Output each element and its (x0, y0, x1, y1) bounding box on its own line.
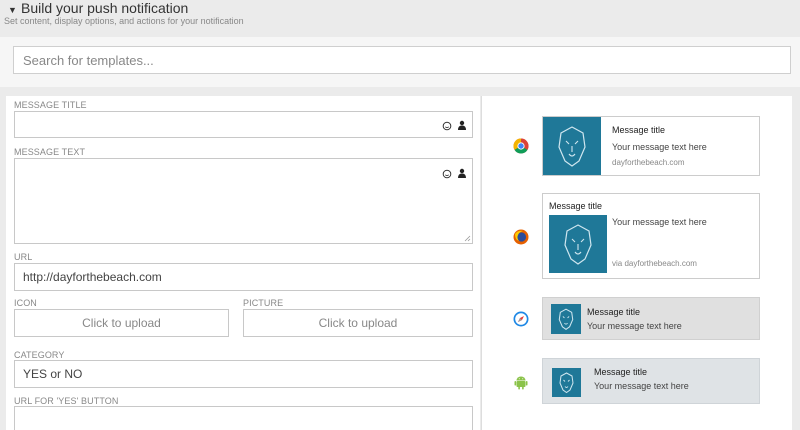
url-value: http://dayforthebeach.com (23, 270, 162, 284)
url-input[interactable]: http://dayforthebeach.com (14, 263, 473, 291)
yes-url-input[interactable] (14, 406, 473, 430)
safari-preview-card: Message title Your message text here (542, 297, 760, 340)
picture-label: PICTURE (243, 298, 284, 308)
chrome-icon (513, 138, 529, 154)
preview-text: Your message text here (612, 142, 707, 152)
picture-upload-button[interactable]: Click to upload (243, 309, 473, 337)
preview-text: Your message text here (594, 381, 689, 391)
emoji-icon[interactable] (442, 169, 452, 179)
message-text-label: MESSAGE TEXT (14, 147, 86, 157)
emoji-icon[interactable] (442, 121, 452, 131)
url-label: URL (14, 252, 33, 262)
lion-logo-icon (551, 304, 581, 334)
lion-logo-icon (552, 368, 581, 397)
preview-title: Message title (612, 125, 666, 135)
firefox-preview-card: Message title Your message text here via… (542, 193, 760, 279)
preview-title: Message title (587, 307, 641, 317)
preview-title: Message title (549, 201, 603, 211)
form-panel: MESSAGE TITLE MESSAGE TEXT URL http://da… (6, 96, 480, 430)
category-select[interactable]: YES or NO (14, 360, 473, 388)
message-title-label: MESSAGE TITLE (14, 100, 87, 110)
android-preview-card: Message title Your message text here (542, 358, 760, 404)
person-icon[interactable] (457, 168, 467, 178)
yes-url-label: URL FOR 'YES' BUTTON (14, 396, 119, 406)
preview-panel: Message title Your message text here day… (481, 96, 792, 430)
category-value: YES or NO (23, 367, 83, 381)
preview-text: Your message text here (587, 321, 682, 331)
resize-handle-icon[interactable] (464, 235, 471, 242)
preview-title: Message title (594, 367, 648, 377)
preview-site: via dayforthebeach.com (612, 259, 697, 268)
message-title-input[interactable] (14, 111, 473, 138)
lion-logo-icon (549, 215, 607, 273)
chrome-preview-card: Message title Your message text here day… (542, 116, 760, 176)
category-label: CATEGORY (14, 350, 65, 360)
person-icon[interactable] (457, 120, 467, 130)
caret-down-icon[interactable]: ▼ (8, 5, 17, 15)
section-subtitle: Set content, display options, and action… (4, 16, 244, 26)
icon-upload-button[interactable]: Click to upload (14, 309, 229, 337)
preview-text: Your message text here (612, 217, 707, 227)
section-header[interactable]: ▼ Build your push notification Set conte… (0, 0, 800, 37)
message-text-area[interactable] (14, 158, 473, 244)
icon-label: ICON (14, 298, 37, 308)
lion-logo-icon (543, 117, 601, 175)
safari-icon (513, 311, 529, 327)
firefox-icon (513, 229, 529, 245)
section-title: Build your push notification (21, 0, 189, 16)
template-search-input[interactable] (13, 46, 791, 74)
preview-site: dayforthebeach.com (612, 158, 685, 167)
android-icon (514, 376, 528, 390)
